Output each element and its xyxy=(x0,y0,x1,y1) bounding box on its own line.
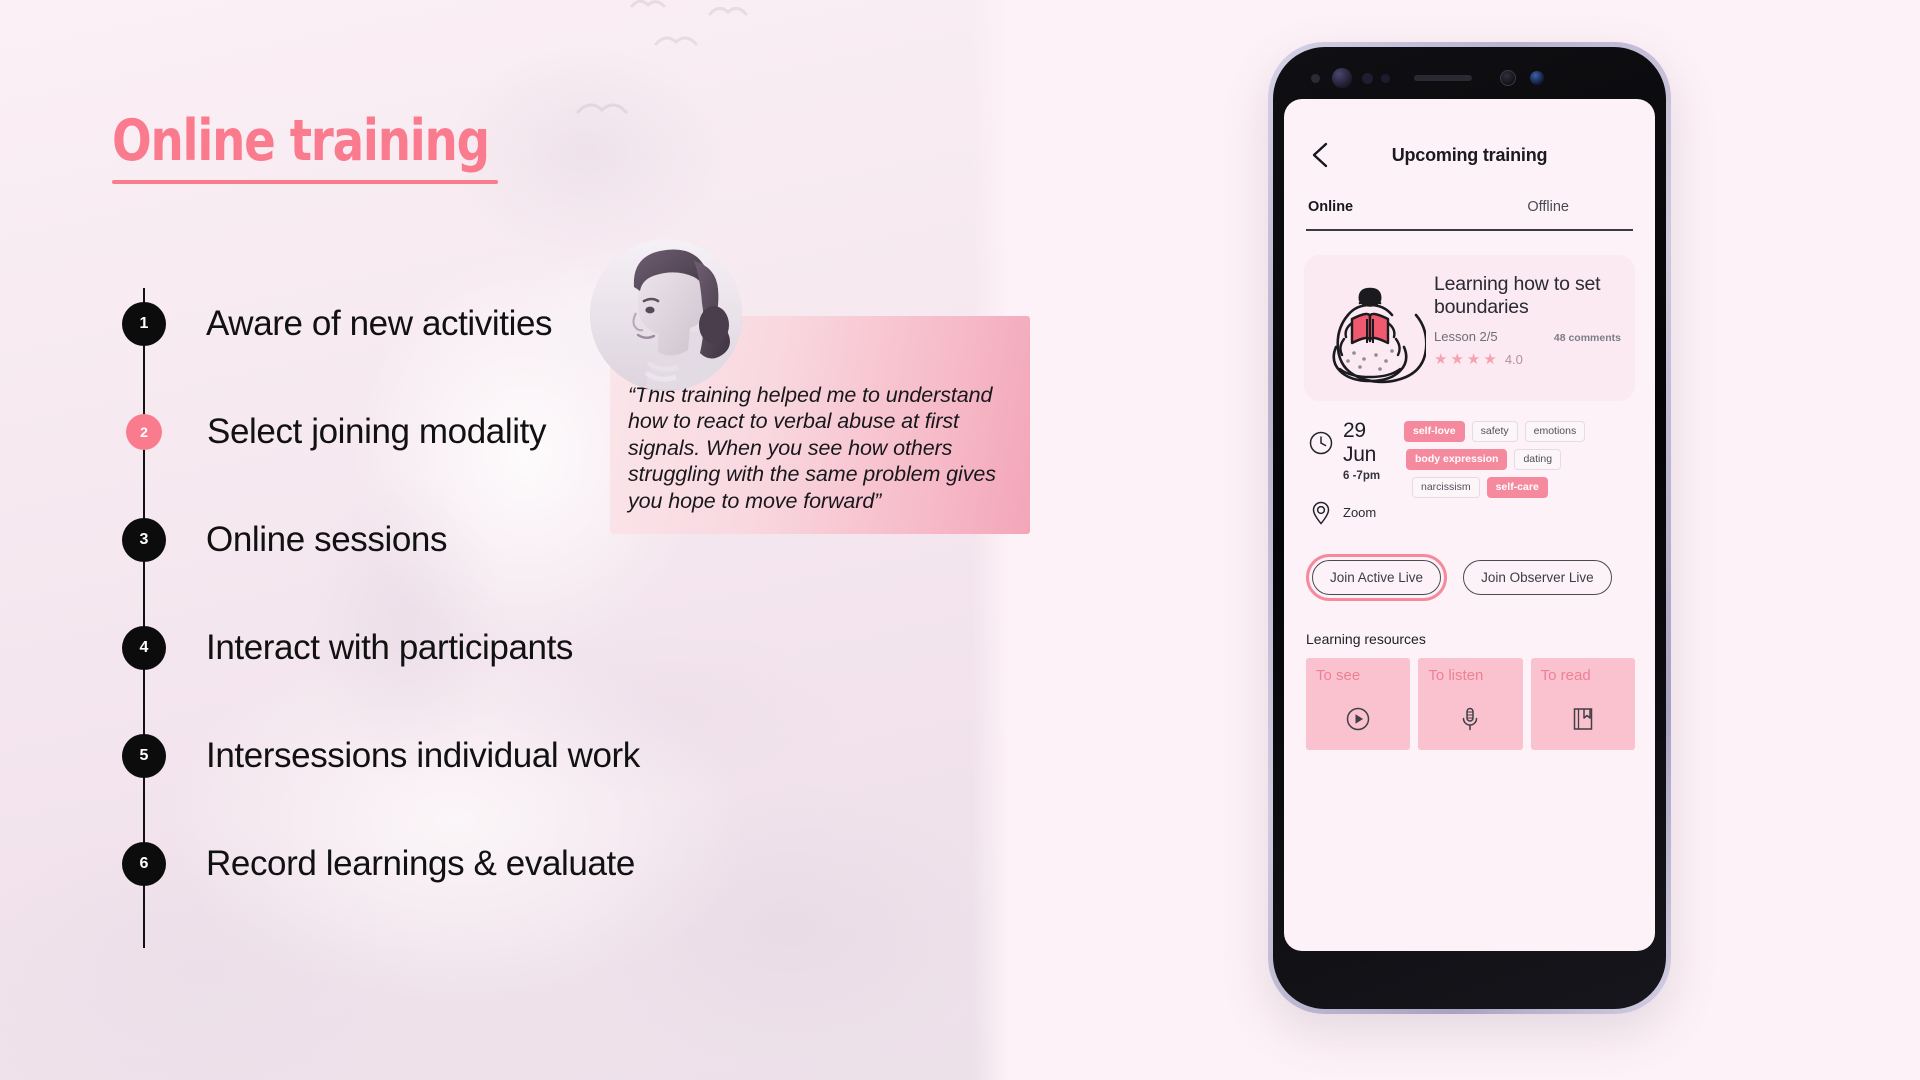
avatar xyxy=(590,239,742,391)
page-title: Online training xyxy=(112,108,490,174)
learning-resources-title: Learning resources xyxy=(1306,630,1426,647)
timeline-step-6[interactable]: 6 Record learnings & evaluate xyxy=(122,810,882,918)
lesson-progress: Lesson 2/5 xyxy=(1434,328,1498,344)
join-buttons-row: Join Active Live Join Observer Live xyxy=(1304,553,1635,601)
resource-card-to-read[interactable]: To read xyxy=(1530,657,1635,750)
training-card-info: Learning how to set boundaries Lesson 2/… xyxy=(1434,269,1621,385)
tag-chip[interactable]: self-love xyxy=(1404,420,1465,442)
clock-icon xyxy=(1309,431,1333,454)
timeline-step-label: Interact with participants xyxy=(206,628,573,667)
resource-card-to-see[interactable]: To see xyxy=(1306,657,1411,750)
resource-label: To listen xyxy=(1428,666,1484,684)
front-camera-icon xyxy=(1332,68,1352,88)
phone-mockup: Upcoming training Online Offline Learnin… xyxy=(1268,42,1671,1014)
session-time: 6 -7pm xyxy=(1343,469,1381,482)
panel-edge-fade xyxy=(972,0,1012,1080)
tag-chip[interactable]: self-care xyxy=(1486,476,1548,498)
rating-value: 4.0 xyxy=(1504,351,1523,367)
testimonial-quote: “This training helped me to understand h… xyxy=(628,383,996,513)
tag-row: self-love safety emotions xyxy=(1404,420,1635,442)
star-icon: ★ xyxy=(1466,350,1481,368)
timeline-step-marker: 3 xyxy=(122,518,166,562)
proximity-sensor-icon xyxy=(1311,73,1320,83)
timeline-step-marker: 6 xyxy=(122,842,166,886)
tag-cloud: self-love safety emotions body expressio… xyxy=(1404,419,1635,526)
play-circle-icon xyxy=(1345,706,1371,732)
timeline-step-5[interactable]: 5 Intersessions individual work xyxy=(122,702,882,810)
location-pin-icon xyxy=(1312,501,1330,525)
light-sensor-icon xyxy=(1381,73,1390,83)
phone-sensor-row xyxy=(1273,61,1666,95)
phone-screen: Upcoming training Online Offline Learnin… xyxy=(1284,99,1655,951)
tag-chip[interactable]: dating xyxy=(1514,448,1562,470)
star-icon: ★ xyxy=(1483,350,1497,368)
timeline-step-marker: 1 xyxy=(122,302,166,346)
book-bookmark-icon xyxy=(1570,706,1596,732)
join-observer-live-button[interactable]: Join Observer Live xyxy=(1463,559,1612,595)
timeline-step-marker: 4 xyxy=(122,626,166,670)
comments-count: 48 comments xyxy=(1553,331,1621,344)
slide-root: Online training 1 Aware of new activitie… xyxy=(0,0,1920,1080)
timeline-step-label: Select joining modality xyxy=(207,412,547,451)
timeline-step-label: Intersessions individual work xyxy=(206,736,640,775)
birds-decoration-icon xyxy=(576,0,748,114)
session-details-row: 29 Jun 6 -7pm Zoom self-love safety emot… xyxy=(1304,419,1635,526)
timeline-step-label: Record learnings & evaluate xyxy=(206,844,635,883)
tab-bar: Online Offline xyxy=(1304,191,1635,229)
tag-chip[interactable]: narcissism xyxy=(1412,476,1480,498)
phone-body: Upcoming training Online Offline Learnin… xyxy=(1273,47,1666,1009)
chevron-left-icon[interactable] xyxy=(1306,140,1336,170)
join-active-highlight: Join Active Live xyxy=(1306,553,1448,601)
page-title-block: Online training xyxy=(112,108,572,184)
session-date: 29 Jun xyxy=(1343,418,1376,466)
timeline-step-marker: 5 xyxy=(122,734,166,778)
learning-resources-row: To see To listen To read xyxy=(1304,657,1635,750)
tag-chip[interactable]: emotions xyxy=(1524,420,1586,442)
tab-online[interactable]: Online xyxy=(1308,199,1353,229)
app-header: Upcoming training xyxy=(1304,119,1635,191)
tab-offline[interactable]: Offline xyxy=(1527,199,1569,229)
date-row: 29 Jun xyxy=(1308,419,1404,467)
timeline-step-marker-active: 2 xyxy=(126,414,162,450)
timeline-step-4[interactable]: 4 Interact with participants xyxy=(122,594,882,702)
session-location: Zoom xyxy=(1343,505,1377,520)
timeline-step-label: Aware of new activities xyxy=(206,304,553,343)
rating-row: ★ ★ ★ ★ 4.0 xyxy=(1434,352,1621,367)
led-indicator-icon xyxy=(1530,71,1544,85)
iris-sensor-icon xyxy=(1362,72,1373,84)
resource-card-to-listen[interactable]: To listen xyxy=(1418,657,1523,750)
page-title-mobile: Upcoming training xyxy=(1391,144,1548,165)
iris-scanner-icon xyxy=(1500,70,1516,86)
resource-label: To read xyxy=(1540,666,1591,684)
star-icon: ★ xyxy=(1450,350,1464,368)
training-card[interactable]: Learning how to set boundaries Lesson 2/… xyxy=(1304,254,1635,401)
microphone-icon xyxy=(1457,706,1483,732)
earpiece-speaker xyxy=(1414,75,1472,81)
tag-row: body expression dating xyxy=(1404,448,1635,470)
tag-chip[interactable]: safety xyxy=(1471,420,1518,442)
session-details: 29 Jun 6 -7pm Zoom xyxy=(1308,419,1404,526)
tab-underline xyxy=(1306,229,1633,231)
page-title-underline xyxy=(112,180,498,184)
tag-chip[interactable]: body expression xyxy=(1406,448,1508,470)
tag-row: narcissism self-care xyxy=(1404,476,1635,498)
resource-label: To see xyxy=(1316,666,1361,684)
join-active-live-button[interactable]: Join Active Live xyxy=(1312,559,1442,595)
training-title: Learning how to set boundaries xyxy=(1434,272,1601,318)
training-meta-row: Lesson 2/5 48 comments xyxy=(1434,329,1621,344)
star-icon: ★ xyxy=(1434,350,1448,368)
timeline-step-label: Online sessions xyxy=(206,520,448,559)
location-row: Zoom xyxy=(1308,500,1404,526)
person-reading-book-illustration xyxy=(1314,273,1426,385)
